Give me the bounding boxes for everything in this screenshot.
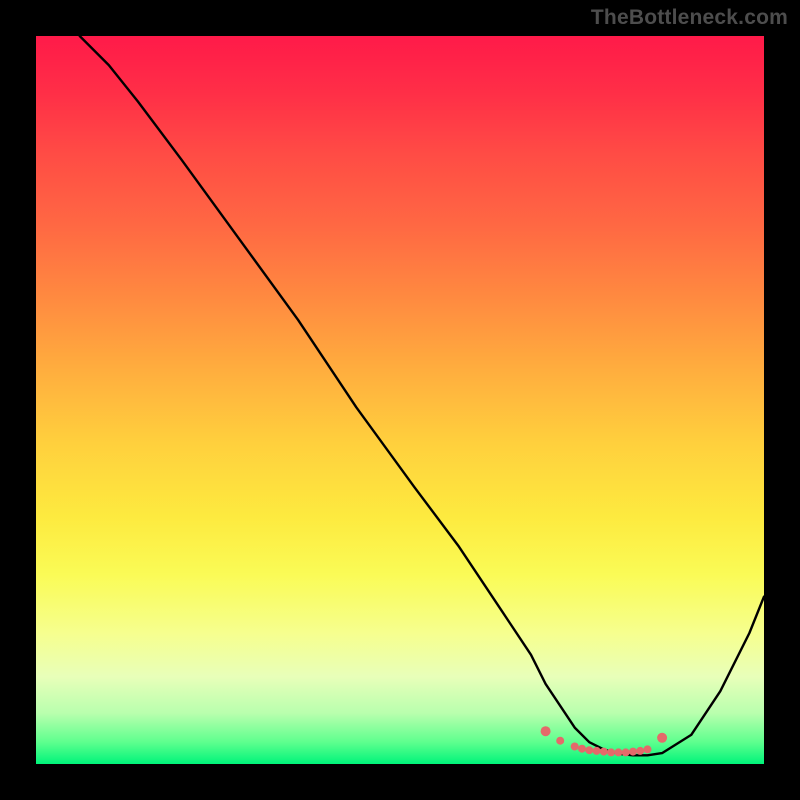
plot-area — [36, 36, 764, 764]
trough-dot — [578, 745, 586, 753]
trough-dot — [657, 733, 667, 743]
trough-dot — [541, 726, 551, 736]
watermark-text: TheBottleneck.com — [591, 6, 788, 30]
trough-dot — [600, 748, 608, 756]
trough-dot — [607, 748, 615, 756]
trough-dot — [644, 745, 652, 753]
curve-layer — [36, 36, 764, 764]
trough-dot — [614, 748, 622, 756]
trough-dot — [636, 747, 644, 755]
trough-dot — [629, 748, 637, 756]
trough-dot — [556, 737, 564, 745]
chart-frame: TheBottleneck.com — [0, 0, 800, 800]
trough-dot — [622, 748, 630, 756]
trough-dot — [593, 747, 601, 755]
bottleneck-curve — [80, 36, 764, 755]
trough-dots — [541, 726, 668, 756]
trough-dot — [571, 743, 579, 751]
trough-dot — [585, 746, 593, 754]
